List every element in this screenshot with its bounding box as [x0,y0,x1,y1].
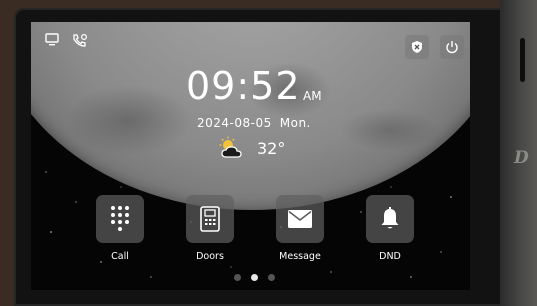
dnd-label: DND [379,251,401,262]
doors-app[interactable]: Doors [175,195,245,262]
page-dot-active[interactable] [251,274,258,281]
dnd-tile[interactable] [366,195,414,243]
doors-tile[interactable] [186,195,234,243]
page-dot[interactable] [268,274,275,281]
power-icon [446,41,458,54]
message-label: Message [279,251,321,262]
partly-cloudy-icon [219,136,242,158]
phone-call-icon [72,33,88,47]
message-app[interactable]: Message [265,195,335,262]
weekday-value: Mon. [279,116,311,130]
clock-ampm: AM [303,89,322,103]
status-bar-left [45,33,88,47]
call-label: Call [111,251,129,262]
envelope-icon [288,210,312,228]
security-shield-icon [412,41,422,53]
bell-icon [381,207,399,229]
clock-date: 2024-08-05 Mon. [197,116,311,130]
dnd-app[interactable]: DND [355,195,425,262]
call-tile[interactable] [96,195,144,243]
home-screen: 09:52 AM 2024-08-05 Mon. 32° Call Doors … [31,22,470,290]
date-value: 2024-08-05 [197,116,272,130]
clock-time: 09:52 [186,64,301,108]
power-button[interactable] [440,35,464,59]
weather-widget: 32° [217,136,285,160]
page-dot[interactable] [234,274,241,281]
door-panel-icon [200,206,220,232]
doors-label: Doors [196,251,224,262]
page-indicator [234,274,275,281]
message-tile[interactable] [276,195,324,243]
keypad-icon [111,206,129,231]
brand-logo: D [514,148,529,168]
security-shield-button[interactable] [405,35,429,59]
device-slot [520,38,525,82]
temperature: 32° [257,138,286,158]
monitor-icon [45,33,61,47]
call-app[interactable]: Call [85,195,155,262]
